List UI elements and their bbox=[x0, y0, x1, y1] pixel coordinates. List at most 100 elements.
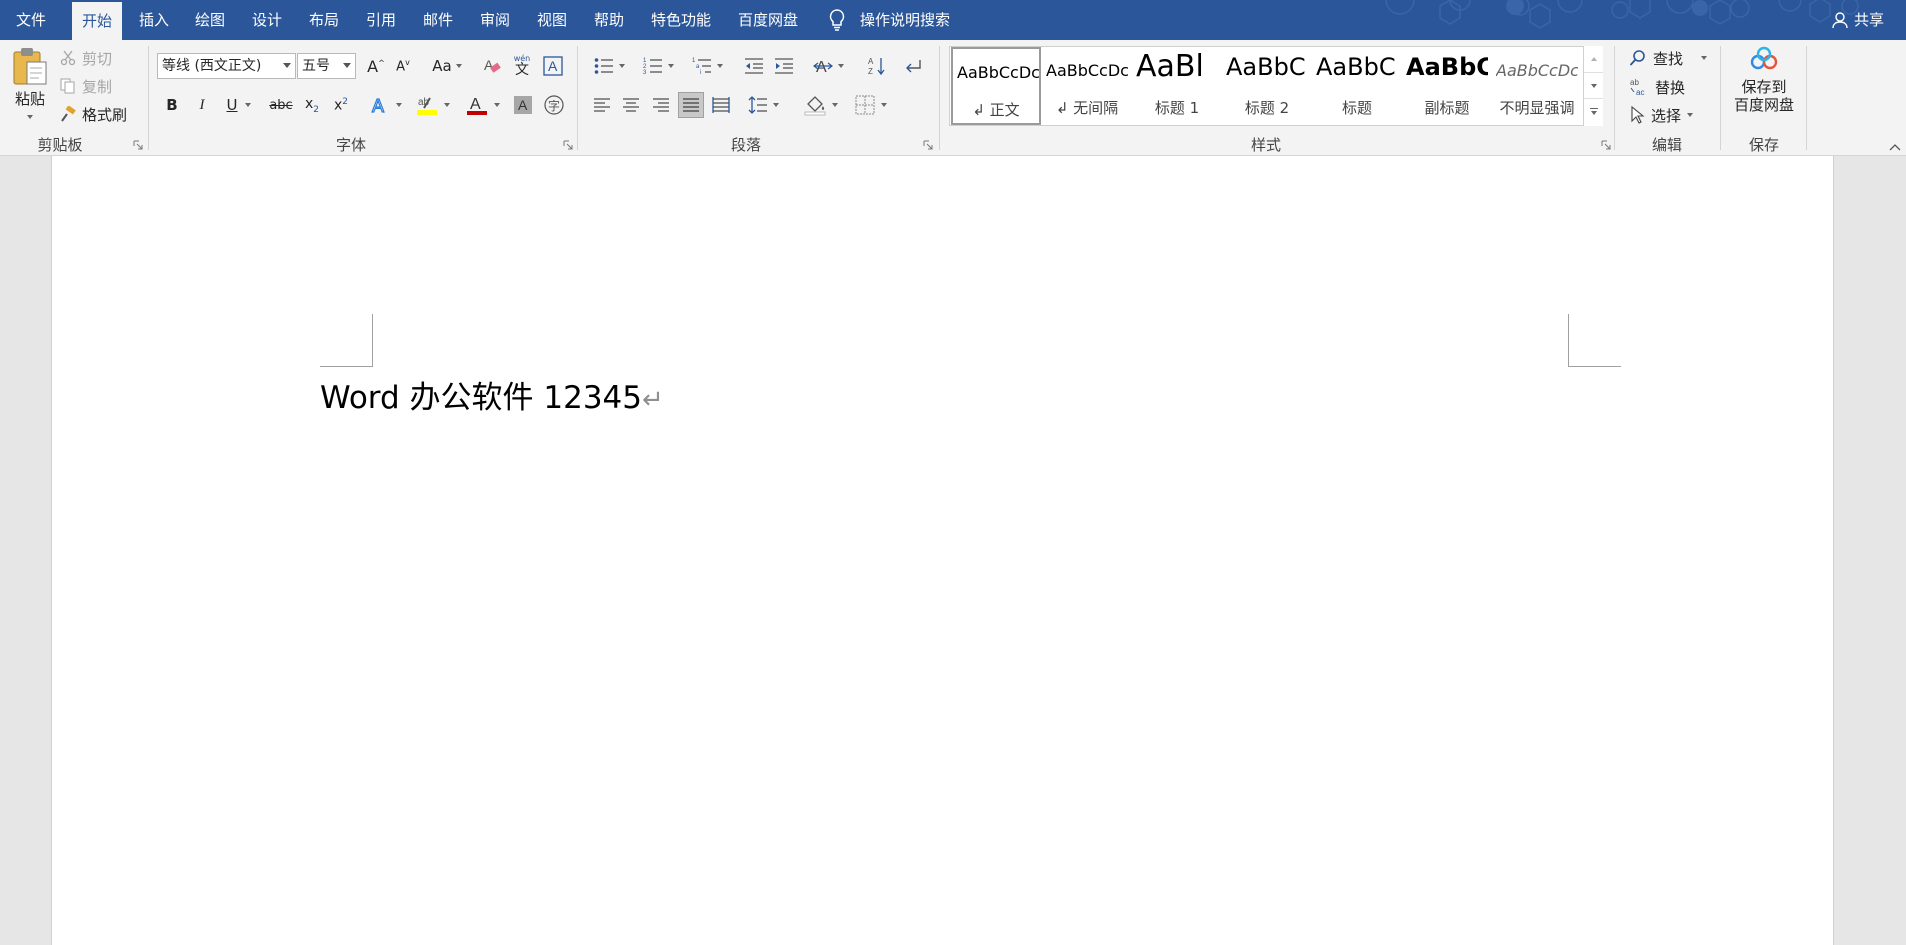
paste-dropdown-icon bbox=[27, 115, 33, 119]
text-effects-button[interactable]: A bbox=[366, 92, 406, 118]
document-paragraph[interactable]: Word 办公软件 12345↵ bbox=[320, 372, 664, 417]
styles-scroll-up[interactable] bbox=[1584, 46, 1603, 72]
bold-button[interactable]: B bbox=[160, 92, 184, 118]
tab-draw[interactable]: 绘图 bbox=[195, 0, 225, 40]
svg-text:Z: Z bbox=[868, 67, 873, 76]
share-label: 共享 bbox=[1854, 11, 1885, 29]
shading-button[interactable] bbox=[800, 92, 842, 118]
chevron-down-icon bbox=[396, 103, 402, 107]
tab-review[interactable]: 审阅 bbox=[480, 0, 510, 40]
align-left-button[interactable] bbox=[589, 92, 615, 118]
increase-indent-icon bbox=[775, 58, 793, 74]
tab-help[interactable]: 帮助 bbox=[594, 0, 624, 40]
paste-label: 粘贴 bbox=[14, 90, 45, 108]
document-page[interactable] bbox=[51, 156, 1834, 945]
tab-insert[interactable]: 插入 bbox=[139, 0, 169, 40]
distributed-button[interactable] bbox=[708, 92, 734, 118]
grow-font-button[interactable]: A^ bbox=[364, 54, 388, 78]
show-formatting-marks-button[interactable] bbox=[900, 54, 926, 78]
formatting-marks-icon bbox=[906, 60, 921, 73]
scissors-icon bbox=[60, 50, 76, 66]
chinese-layout-button[interactable]: A bbox=[808, 54, 848, 78]
styles-scroll-down[interactable] bbox=[1584, 72, 1603, 98]
save-to-baidu-netdisk-button[interactable]: 保存到 百度网盘 bbox=[1728, 46, 1800, 128]
shrink-font-button[interactable]: Av bbox=[391, 54, 415, 78]
paste-button[interactable]: 粘贴 bbox=[8, 46, 52, 124]
styles-more-button[interactable] bbox=[1584, 98, 1603, 124]
style-heading-2[interactable]: AaBbC 标题 2 bbox=[1222, 47, 1312, 125]
styles-launcher-icon[interactable] bbox=[1601, 140, 1611, 150]
format-painter-button[interactable]: 格式刷 bbox=[60, 102, 127, 126]
tell-me-search[interactable]: 操作说明搜索 bbox=[828, 0, 950, 40]
tab-view[interactable]: 视图 bbox=[537, 0, 567, 40]
tab-baidu-netdisk[interactable]: 百度网盘 bbox=[738, 0, 798, 40]
borders-button[interactable] bbox=[850, 92, 892, 118]
style-normal[interactable]: AaBbCcDc ↲ 正文 bbox=[951, 47, 1041, 125]
font-name-value: 等线 (西文正文) bbox=[162, 58, 262, 74]
sort-button[interactable]: AZ bbox=[864, 54, 890, 78]
paint-bucket-icon bbox=[804, 96, 826, 116]
font-launcher-icon[interactable] bbox=[563, 140, 573, 150]
svg-text:ab: ab bbox=[1630, 78, 1639, 87]
underline-button[interactable]: U bbox=[219, 92, 259, 118]
font-name-dropdown[interactable]: 等线 (西文正文) bbox=[157, 53, 296, 79]
tab-home[interactable]: 开始 bbox=[72, 2, 123, 40]
align-center-button[interactable] bbox=[618, 92, 644, 118]
font-color-button[interactable]: A bbox=[462, 92, 504, 118]
share-button[interactable]: 共享 bbox=[1832, 0, 1884, 40]
style-preview: AaBbCcDc bbox=[1496, 61, 1578, 80]
tab-file[interactable]: 文件 bbox=[16, 0, 46, 40]
more-line-icon bbox=[1589, 108, 1598, 109]
replace-button[interactable]: ab ac 替换 bbox=[1629, 75, 1685, 99]
line-spacing-button[interactable] bbox=[743, 92, 783, 118]
cut-button[interactable]: 剪切 bbox=[60, 46, 112, 70]
find-button[interactable]: 查找 bbox=[1629, 46, 1708, 70]
chevron-down-icon bbox=[1590, 111, 1597, 115]
enclose-characters-button[interactable]: 字 bbox=[541, 92, 567, 118]
font-color-icon: A bbox=[467, 96, 487, 115]
strikethrough-button[interactable]: abc bbox=[266, 92, 296, 118]
superscript-button[interactable]: x2 bbox=[328, 92, 354, 118]
font-size-dropdown[interactable]: 五号 bbox=[297, 53, 356, 79]
style-name: 副标题 bbox=[1424, 99, 1470, 117]
style-name: ↲ 无间隔 bbox=[1055, 99, 1119, 117]
numbering-button[interactable]: 123 bbox=[638, 54, 678, 78]
style-preview: AaBbCcDc bbox=[957, 63, 1039, 82]
style-subtle-emphasis[interactable]: AaBbCcDc 不明显强调 bbox=[1492, 47, 1582, 125]
tab-references[interactable]: 引用 bbox=[366, 0, 396, 40]
style-subtitle[interactable]: AaBbC 副标题 bbox=[1402, 47, 1492, 125]
tab-layout[interactable]: 布局 bbox=[309, 0, 339, 40]
collapse-ribbon-icon[interactable] bbox=[1888, 142, 1902, 152]
justify-button[interactable] bbox=[678, 92, 704, 118]
tab-design[interactable]: 设计 bbox=[252, 0, 282, 40]
character-shading-button[interactable]: A bbox=[510, 92, 536, 118]
align-right-icon bbox=[653, 98, 669, 112]
bullets-button[interactable] bbox=[589, 54, 629, 78]
copy-button[interactable]: 复制 bbox=[60, 74, 112, 98]
highlight-button[interactable]: ab bbox=[412, 92, 454, 118]
select-button[interactable]: 选择 bbox=[1629, 103, 1694, 127]
clipboard-launcher-icon[interactable] bbox=[133, 140, 143, 150]
style-title[interactable]: AaBbC 标题 bbox=[1312, 47, 1402, 125]
multilevel-list-button[interactable]: 1ai bbox=[687, 54, 727, 78]
paragraph-launcher-icon[interactable] bbox=[923, 140, 933, 150]
style-name: 标题 bbox=[1341, 99, 1372, 117]
increase-indent-button[interactable] bbox=[771, 54, 797, 78]
style-no-spacing[interactable]: AaBbCcDc ↲ 无间隔 bbox=[1042, 47, 1132, 125]
style-name: ↲ 正文 bbox=[972, 101, 1020, 119]
tab-features[interactable]: 特色功能 bbox=[651, 0, 711, 40]
chevron-down-icon bbox=[667, 64, 674, 68]
clear-formatting-button[interactable]: A bbox=[480, 54, 504, 78]
align-right-button[interactable] bbox=[648, 92, 674, 118]
italic-button[interactable]: I bbox=[190, 92, 214, 118]
style-name: 不明显强调 bbox=[1499, 99, 1575, 117]
decrease-indent-button[interactable] bbox=[741, 54, 767, 78]
change-case-button[interactable]: Aa bbox=[427, 54, 467, 78]
copy-label: 复制 bbox=[82, 77, 113, 96]
character-border-button[interactable]: A bbox=[541, 54, 565, 78]
phonetic-guide-button[interactable]: wén 文 bbox=[510, 52, 534, 80]
tab-mailings[interactable]: 邮件 bbox=[423, 0, 453, 40]
subscript-button[interactable]: x2 bbox=[299, 92, 325, 118]
person-icon bbox=[1832, 12, 1848, 29]
style-heading-1[interactable]: AaBl 标题 1 bbox=[1132, 47, 1222, 125]
